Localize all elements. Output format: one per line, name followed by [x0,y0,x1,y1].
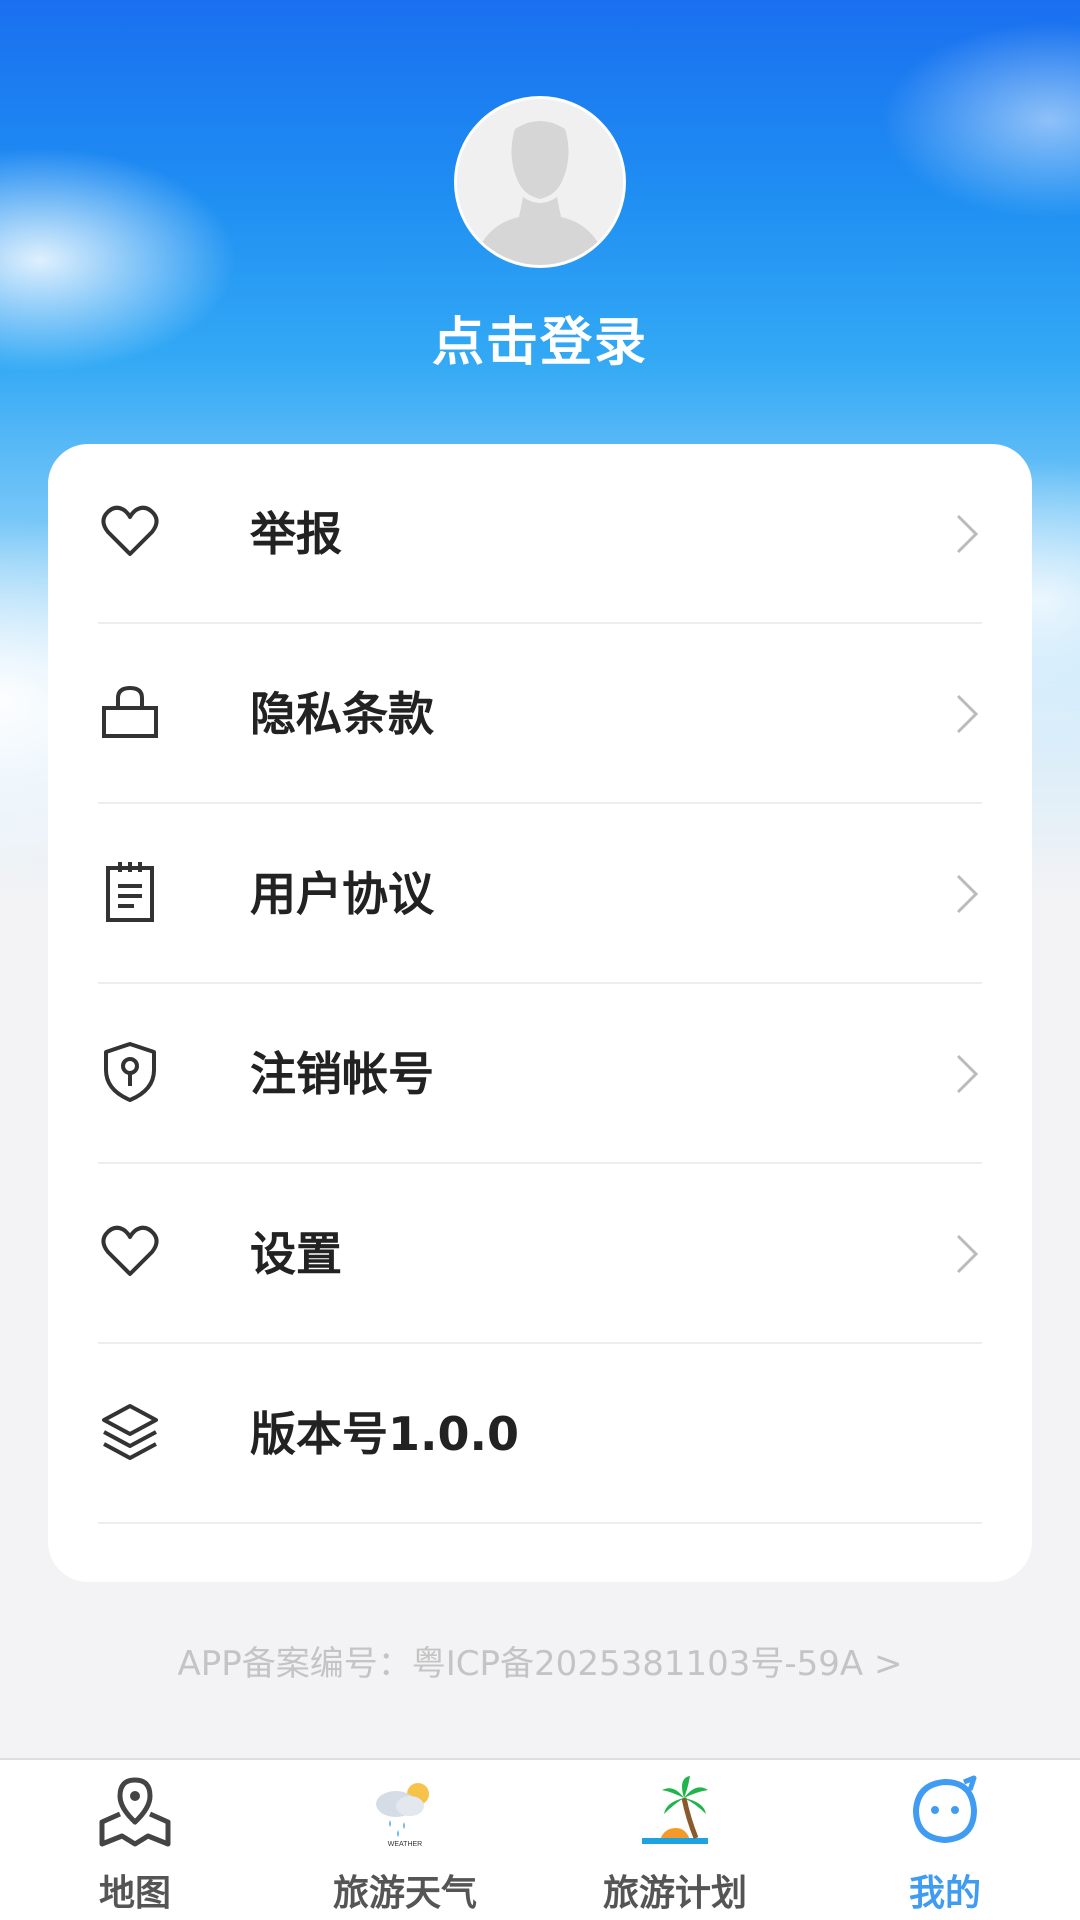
chevron-right-icon [956,1234,979,1274]
smiley-icon [912,1775,978,1844]
login-button[interactable]: 点击登录 [0,300,1080,375]
chevron-right-icon [956,694,979,734]
menu-item-user-agreement[interactable]: 用户协议 [98,804,982,984]
heart-icon [101,505,159,556]
chevron-right-icon [956,874,979,914]
bottom-tab-bar: 地图 WEATHER 旅游天气 旅游计划 我的 [0,1758,1080,1920]
menu-item-label: 设置 [250,1227,342,1281]
menu-item-label: 举报 [250,507,342,561]
menu-item-label: 注销帐号 [250,1047,434,1101]
default-user-icon [457,99,623,265]
menu-card: 举报 隐私条款 用户协议 注销帐号 设置 版本号1.0.0 [48,444,1032,1582]
menu-item-privacy[interactable]: 隐私条款 [98,624,982,804]
avatar[interactable] [454,96,626,268]
menu-item-label: 用户协议 [250,867,434,921]
version-label: 版本号1.0.0 [250,1407,519,1461]
chevron-right-icon [956,514,979,554]
tab-label: 我的 [908,1873,981,1914]
tab-map[interactable]: 地图 [0,1760,270,1920]
palm-tree-icon [642,1776,708,1844]
layers-icon [102,1404,158,1460]
lock-icon [102,685,158,738]
menu-item-version: 版本号1.0.0 [98,1344,982,1524]
shield-icon [104,1042,156,1102]
menu-item-delete-account[interactable]: 注销帐号 [98,984,982,1164]
heart-icon [101,1225,159,1276]
map-pin-icon [99,1777,171,1847]
tab-travel-weather[interactable]: WEATHER 旅游天气 [270,1760,540,1920]
weather-icon-caption: WEATHER [388,1841,422,1848]
tab-mine[interactable]: 我的 [810,1760,1080,1920]
icp-filing-link[interactable]: APP备案编号：粤ICP备2025381103号-59A > [0,1636,1080,1685]
menu-item-settings[interactable]: 设置 [98,1164,982,1344]
menu-item-label: 隐私条款 [250,687,434,741]
menu-item-report[interactable]: 举报 [98,444,982,624]
tab-label: 地图 [98,1873,171,1914]
weather-icon: WEATHER [376,1783,429,1848]
notepad-icon [106,862,154,922]
tab-label: 旅游计划 [602,1873,747,1914]
chevron-right-icon [956,1054,979,1094]
tab-travel-plan[interactable]: 旅游计划 [540,1760,810,1920]
tab-label: 旅游天气 [332,1873,477,1914]
